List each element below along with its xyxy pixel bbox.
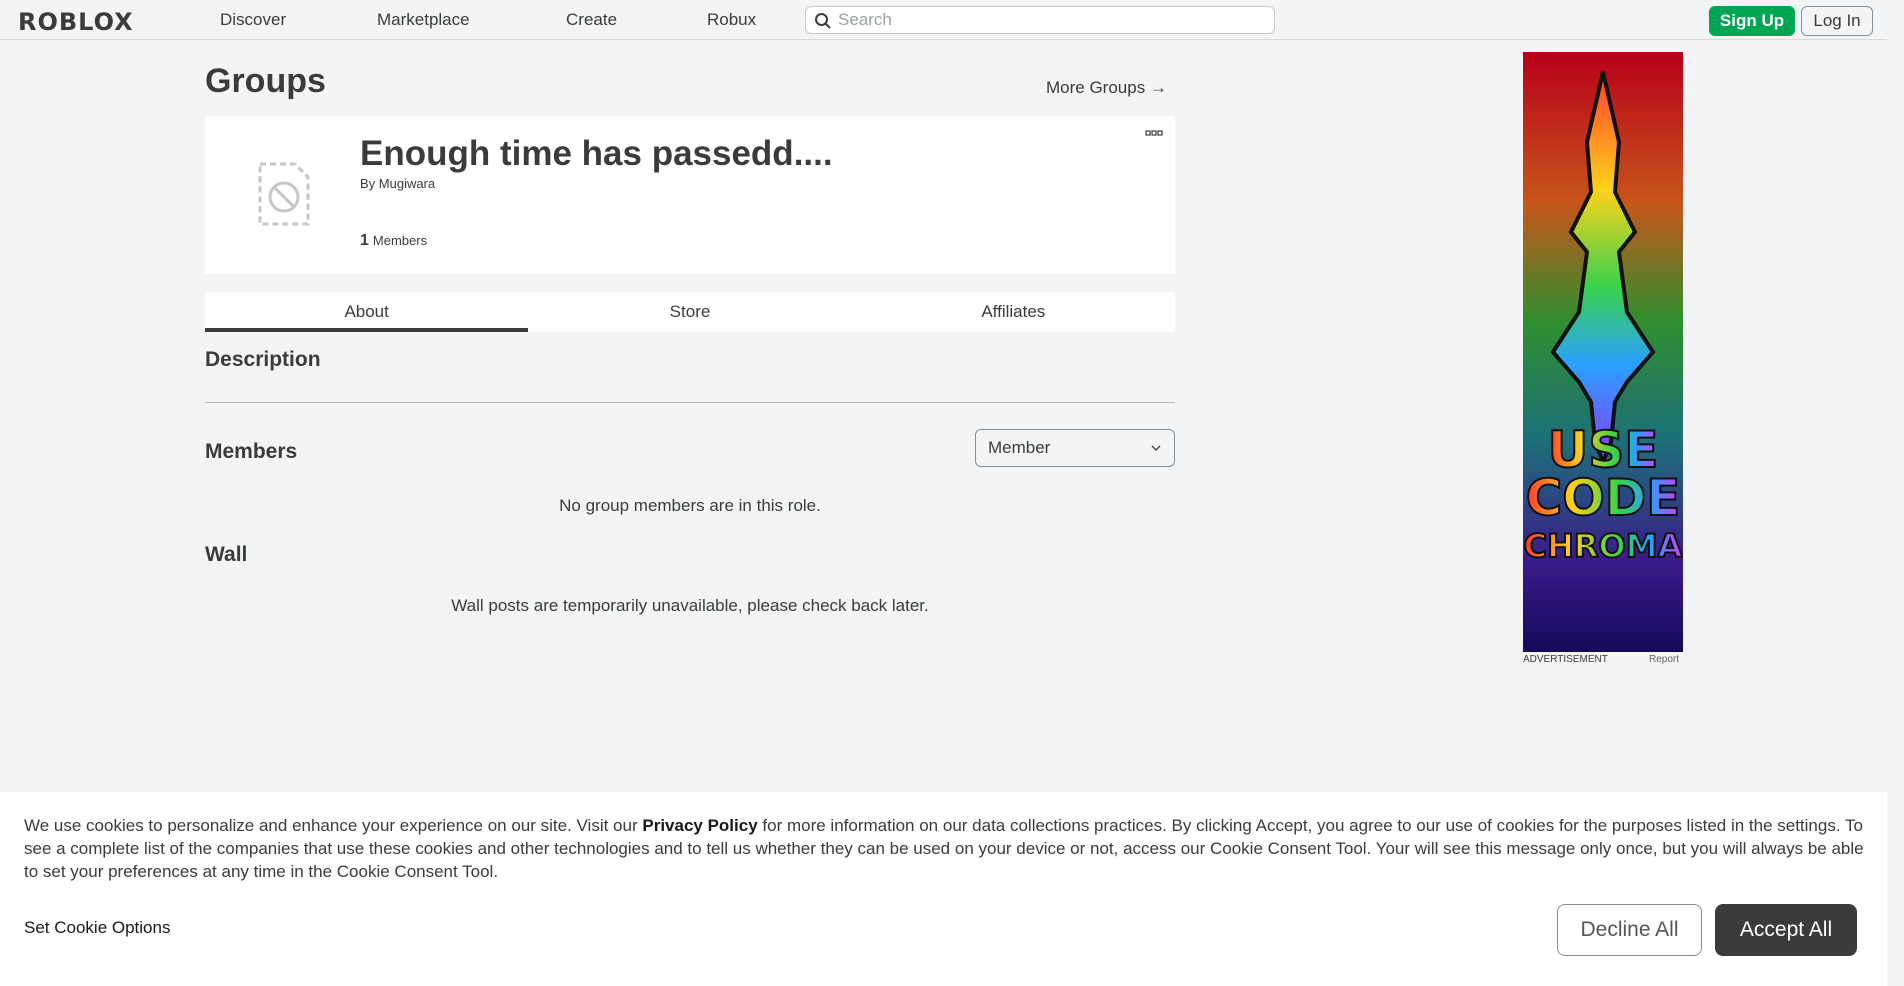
tab-about[interactable]: About	[205, 292, 529, 332]
sign-up-button[interactable]: Sign Up	[1709, 6, 1795, 36]
cookie-consent-banner: We use cookies to personalize and enhanc…	[0, 792, 1887, 986]
set-cookie-options-link[interactable]: Set Cookie Options	[24, 918, 170, 938]
chevron-down-icon	[1151, 445, 1161, 451]
no-members-message: No group members are in this role.	[559, 496, 821, 515]
group-header-card: Enough time has passedd.... By Mugiwara …	[205, 116, 1175, 274]
tab-store[interactable]: Store	[528, 292, 851, 332]
cookie-consent-text: We use cookies to personalize and enhanc…	[24, 814, 1864, 883]
search-icon	[815, 13, 831, 29]
decline-all-button[interactable]: Decline All	[1557, 904, 1702, 956]
group-owner-line: By Mugiwara	[360, 176, 435, 191]
member-count-value: 1	[360, 232, 369, 249]
privacy-policy-link[interactable]: Privacy Policy	[642, 816, 757, 835]
tab-affiliates[interactable]: Affiliates	[852, 292, 1175, 332]
wall-heading: Wall	[205, 543, 248, 566]
group-tabs: About Store Affiliates	[205, 292, 1175, 332]
role-select-dropdown[interactable]: Member	[975, 429, 1175, 467]
advertisement-banner[interactable]: USE CODE CHROMA	[1523, 52, 1683, 652]
group-name: Enough time has passedd....	[360, 134, 833, 173]
search-box[interactable]	[805, 6, 1275, 34]
wall-unavailable-message: Wall posts are temporarily unavailable, …	[451, 596, 929, 615]
ad-text-chroma: CHROMA	[1524, 527, 1683, 565]
nav-robux[interactable]: Robux	[707, 10, 756, 30]
role-select-value: Member	[988, 438, 1051, 457]
nav-discover[interactable]: Discover	[220, 10, 286, 30]
description-heading: Description	[205, 348, 321, 371]
by-label: By	[360, 176, 376, 191]
advertisement-label: ADVERTISEMENT	[1523, 654, 1608, 665]
member-count-label: Members	[372, 233, 428, 248]
group-image-placeholder-icon	[258, 162, 310, 226]
cookie-text-pre: We use cookies to personalize and enhanc…	[24, 816, 643, 835]
nav-create[interactable]: Create	[566, 10, 617, 30]
search-input[interactable]	[838, 10, 1274, 30]
page-title: Groups	[205, 62, 326, 100]
page-scrollbar[interactable]	[1887, 0, 1904, 986]
group-member-count: 1 Members	[360, 232, 427, 250]
report-ad-link[interactable]: Report	[1649, 654, 1679, 665]
ad-text-code: CODE	[1526, 469, 1681, 527]
roblox-logo[interactable]: ROBLOX	[18, 8, 134, 36]
group-owner-link[interactable]: Mugiwara	[379, 176, 435, 191]
members-heading: Members	[205, 440, 298, 463]
more-options-icon[interactable]	[1145, 130, 1163, 138]
top-nav: ROBLOX Discover Marketplace Create Robux…	[0, 0, 1887, 40]
description-divider	[205, 402, 1175, 403]
accept-all-button[interactable]: Accept All	[1715, 904, 1857, 956]
log-in-button[interactable]: Log In	[1801, 6, 1873, 36]
more-groups-link[interactable]: More Groups →	[1046, 78, 1167, 98]
nav-marketplace[interactable]: Marketplace	[377, 10, 470, 30]
